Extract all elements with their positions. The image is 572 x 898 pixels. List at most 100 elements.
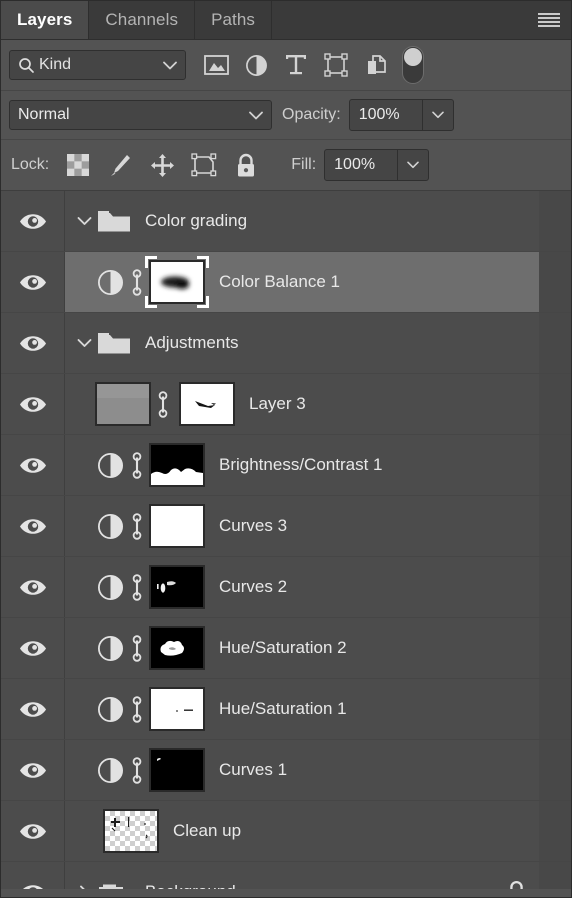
scroll-gutter[interactable] bbox=[539, 557, 571, 617]
layer-row-body[interactable]: Hue/Saturation 2 bbox=[65, 618, 571, 678]
filter-enable-toggle[interactable] bbox=[402, 46, 424, 84]
group-expand-chevron-down-icon[interactable] bbox=[75, 216, 93, 226]
mask-link-icon[interactable] bbox=[125, 695, 149, 723]
smart-object-filter-icon[interactable] bbox=[356, 47, 396, 83]
mask-thumbnail[interactable] bbox=[149, 626, 205, 670]
lock-position-icon[interactable] bbox=[141, 147, 183, 183]
layer-visibility-toggle[interactable] bbox=[1, 740, 65, 800]
eye-icon bbox=[19, 274, 46, 290]
adjustment-layer-icon[interactable] bbox=[95, 574, 125, 601]
filter-kind-dropdown[interactable]: Kind bbox=[9, 50, 186, 80]
mask-link-icon[interactable] bbox=[125, 634, 149, 662]
layer-visibility-toggle[interactable] bbox=[1, 252, 65, 312]
layer-row[interactable]: Hue/Saturation 1 bbox=[1, 679, 571, 740]
layer-row-body[interactable]: Curves 2 bbox=[65, 557, 571, 617]
layer-visibility-toggle[interactable] bbox=[1, 496, 65, 556]
mask-link-icon[interactable] bbox=[125, 512, 149, 540]
layer-row[interactable]: Curves 2 bbox=[1, 557, 571, 618]
layer-visibility-toggle[interactable] bbox=[1, 679, 65, 739]
scroll-gutter[interactable] bbox=[539, 496, 571, 556]
scroll-gutter[interactable] bbox=[539, 191, 571, 251]
hamburger-menu-icon bbox=[538, 13, 560, 27]
layer-thumbnail-transparent[interactable] bbox=[103, 809, 159, 853]
layer-row[interactable]: Layer 3 bbox=[1, 374, 571, 435]
scroll-gutter[interactable] bbox=[539, 801, 571, 861]
layer-row-body[interactable]: Curves 3 bbox=[65, 496, 571, 556]
fill-field[interactable]: 100% bbox=[324, 149, 430, 181]
mask-link-icon[interactable] bbox=[125, 756, 149, 784]
layer-thumbnail[interactable] bbox=[95, 382, 151, 426]
adjustment-layer-icon[interactable] bbox=[95, 269, 125, 296]
adjustment-layer-icon[interactable] bbox=[95, 635, 125, 662]
scroll-gutter[interactable] bbox=[539, 435, 571, 495]
scroll-gutter[interactable] bbox=[539, 679, 571, 739]
layer-visibility-toggle[interactable] bbox=[1, 313, 65, 373]
type-layer-filter-icon[interactable] bbox=[276, 47, 316, 83]
layer-visibility-toggle[interactable] bbox=[1, 374, 65, 434]
opacity-stepper-chevron-down-icon[interactable] bbox=[421, 100, 453, 130]
scroll-gutter[interactable] bbox=[539, 252, 571, 312]
tab-paths[interactable]: Paths bbox=[195, 1, 273, 39]
panel-menu-button[interactable] bbox=[527, 1, 571, 39]
lock-artboard-nesting-icon[interactable] bbox=[183, 147, 225, 183]
mask-thumbnail[interactable] bbox=[149, 748, 205, 792]
mask-thumbnail[interactable] bbox=[179, 382, 235, 426]
layer-visibility-toggle[interactable] bbox=[1, 618, 65, 678]
lock-image-pixels-icon[interactable] bbox=[99, 147, 141, 183]
layer-row[interactable]: Adjustments bbox=[1, 313, 571, 374]
blend-mode-row: Normal Opacity: 100% bbox=[1, 91, 571, 140]
mask-link-icon[interactable] bbox=[125, 573, 149, 601]
layer-visibility-toggle[interactable] bbox=[1, 801, 65, 861]
scroll-gutter[interactable] bbox=[539, 374, 571, 434]
layer-row[interactable]: Curves 1 bbox=[1, 740, 571, 801]
fill-stepper-chevron-down-icon[interactable] bbox=[397, 150, 428, 180]
scroll-gutter[interactable] bbox=[539, 618, 571, 678]
layer-visibility-toggle[interactable] bbox=[1, 557, 65, 617]
layer-row-body[interactable]: Brightness/Contrast 1 bbox=[65, 435, 571, 495]
mask-thumbnail[interactable] bbox=[149, 565, 205, 609]
opacity-value[interactable]: 100% bbox=[350, 100, 422, 130]
layer-row[interactable]: Brightness/Contrast 1 bbox=[1, 435, 571, 496]
scroll-gutter[interactable] bbox=[539, 313, 571, 373]
adjustment-layer-icon[interactable] bbox=[95, 757, 125, 784]
scroll-gutter[interactable] bbox=[539, 740, 571, 800]
mask-link-icon[interactable] bbox=[151, 390, 175, 418]
tab-channels[interactable]: Channels bbox=[89, 1, 196, 39]
mask-thumbnail[interactable] bbox=[149, 443, 205, 487]
mask-thumbnail[interactable] bbox=[149, 687, 205, 731]
group-expand-chevron-down-icon[interactable] bbox=[75, 338, 93, 348]
adjustment-layer-icon[interactable] bbox=[95, 452, 125, 479]
layer-row-body[interactable]: Curves 1 bbox=[65, 740, 571, 800]
fill-value[interactable]: 100% bbox=[325, 150, 397, 180]
mask-link-icon[interactable] bbox=[125, 451, 149, 479]
adjustment-layer-icon[interactable] bbox=[95, 696, 125, 723]
layer-row[interactable]: Curves 3 bbox=[1, 496, 571, 557]
layer-mask-thumbnail-selected[interactable] bbox=[145, 256, 209, 304]
layer-row-selected[interactable]: Color Balance 1 bbox=[1, 252, 571, 313]
blend-mode-dropdown[interactable]: Normal bbox=[9, 100, 272, 130]
layer-name: Curves 1 bbox=[219, 760, 288, 779]
adjustment-layer-icon[interactable] bbox=[95, 513, 125, 540]
layer-row[interactable]: Clean up bbox=[1, 801, 571, 862]
layer-visibility-toggle[interactable] bbox=[1, 191, 65, 251]
layer-row-body[interactable]: Clean up bbox=[65, 801, 571, 861]
lock-all-icon[interactable] bbox=[225, 147, 267, 183]
layer-row-body[interactable]: Color Balance 1 bbox=[65, 252, 571, 312]
mask-thumbnail[interactable] bbox=[149, 504, 205, 548]
adjustment-layer-filter-icon[interactable] bbox=[236, 47, 276, 83]
pixel-layer-filter-icon[interactable] bbox=[196, 47, 236, 83]
layer-row[interactable]: Color grading bbox=[1, 191, 571, 252]
lock-transparent-pixels-icon[interactable] bbox=[57, 147, 99, 183]
layer-row-body[interactable]: Layer 3 bbox=[65, 374, 571, 434]
layer-row-body[interactable]: Adjustments bbox=[65, 313, 571, 373]
layer-row-body[interactable]: Color grading bbox=[65, 191, 571, 251]
shape-layer-filter-icon[interactable] bbox=[316, 47, 356, 83]
layer-row[interactable]: Hue/Saturation 2 bbox=[1, 618, 571, 679]
tab-layers[interactable]: Layers bbox=[1, 1, 90, 39]
layer-name: Layer 3 bbox=[249, 394, 306, 413]
opacity-field[interactable]: 100% bbox=[348, 99, 454, 131]
mask-link-icon[interactable] bbox=[125, 268, 149, 296]
layer-visibility-toggle[interactable] bbox=[1, 435, 65, 495]
lock-icon-group bbox=[57, 147, 267, 183]
layer-row-body[interactable]: Hue/Saturation 1 bbox=[65, 679, 571, 739]
